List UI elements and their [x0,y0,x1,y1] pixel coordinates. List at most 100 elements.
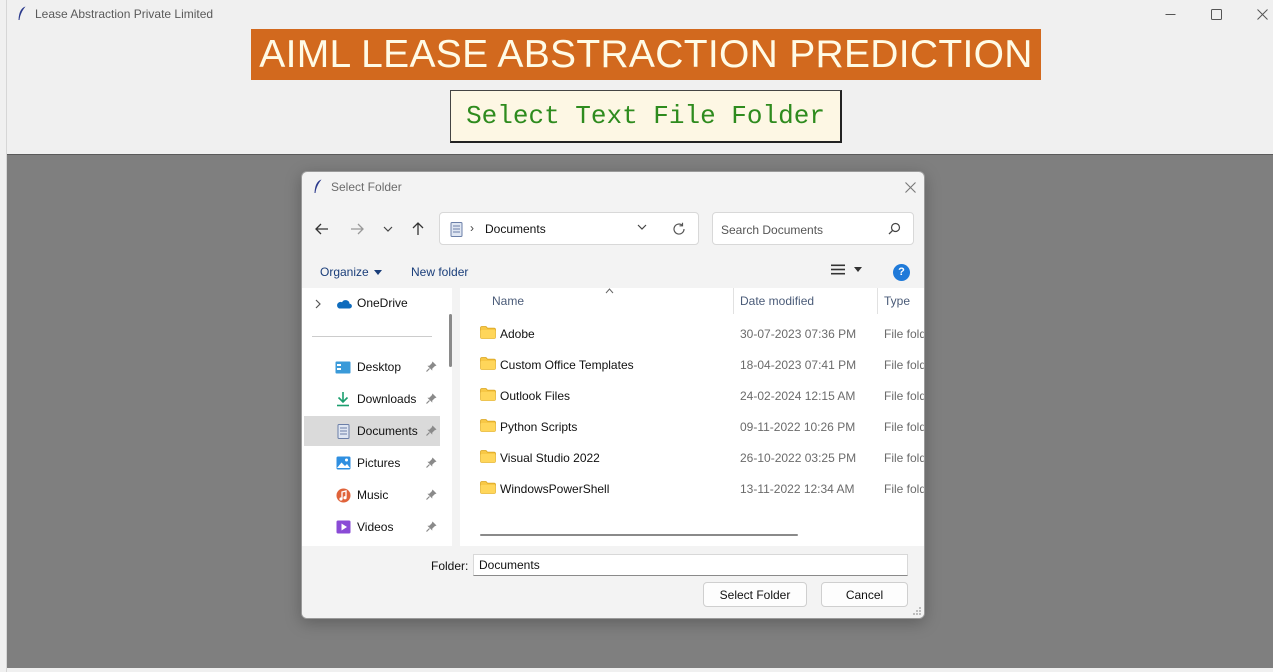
expand-chevron-icon[interactable] [315,299,321,309]
help-button[interactable]: ? [893,264,910,281]
sidebar-item-label: Documents [357,424,418,438]
file-list: Name Date modified Type Adobe 30-07-2023… [460,288,925,546]
caret-down-icon [854,267,862,272]
file-name: Adobe [500,327,535,341]
breadcrumb-separator: › [470,221,474,235]
file-name: Visual Studio 2022 [500,451,600,465]
sidebar-item-label: Videos [357,520,394,534]
file-date: 30-07-2023 07:36 PM [740,327,857,341]
nav-scrollbar[interactable] [449,314,452,367]
file-date: 13-11-2022 12:34 AM [740,482,855,496]
folder-name-input[interactable] [473,554,908,576]
list-view-icon [831,264,845,275]
file-type: File fold [884,420,925,434]
file-row[interactable]: Custom Office Templates 18-04-2023 07:41… [460,349,925,380]
pin-icon [426,521,437,532]
column-header-name[interactable]: Name [492,294,524,308]
forward-button[interactable] [345,218,369,240]
close-icon [904,181,916,193]
column-header-type[interactable]: Type [884,294,910,308]
column-divider[interactable] [877,288,878,314]
onedrive-icon [337,300,352,309]
feather-icon [314,179,322,193]
cancel-button[interactable]: Cancel [821,582,908,607]
folder-label: Folder: [431,559,469,573]
recent-locations-button[interactable] [376,218,400,240]
dialog-close-button[interactable] [900,177,920,197]
arrow-up-icon [412,222,424,235]
file-name: Custom Office Templates [500,358,634,372]
folder-icon [480,419,496,432]
file-row[interactable]: Adobe 30-07-2023 07:36 PM File fold [460,318,925,349]
file-row[interactable]: Python Scripts 09-11-2022 10:26 PM File … [460,411,925,442]
file-date: 18-04-2023 07:41 PM [740,358,857,372]
search-icon [888,222,901,235]
resize-grip-icon[interactable] [912,606,922,616]
column-header-date-modified[interactable]: Date modified [740,294,814,308]
window-title: Lease Abstraction Private Limited [35,7,214,21]
arrow-left-icon [315,223,328,235]
back-button[interactable] [310,218,334,240]
sidebar-item-videos[interactable]: Videos [304,512,440,542]
navigation-pane: OneDrive Desktop Downloads Documents Pic… [302,288,452,546]
minimize-button[interactable] [1147,0,1193,28]
pin-icon [426,489,437,500]
folder-icon [480,326,496,339]
caret-down-icon [373,269,382,275]
organize-menu[interactable]: Organize [320,265,382,279]
folder-icon [480,357,496,370]
sort-arrow-icon[interactable] [605,288,614,294]
chevron-down-icon [383,226,393,232]
downloads-icon [335,391,351,407]
sidebar-item-label: Desktop [357,360,402,374]
pictures-icon [335,455,351,471]
file-type: File fold [884,327,925,341]
folder-icon [480,450,496,463]
search-input[interactable]: Search Documents [712,212,914,245]
select-folder-button[interactable]: Select Folder [703,582,807,607]
file-name: WindowsPowerShell [500,482,610,496]
file-date: 24-02-2024 12:15 AM [740,389,856,403]
pin-icon [426,457,437,468]
file-row[interactable]: WindowsPowerShell 13-11-2022 12:34 AM Fi… [460,473,924,504]
close-button[interactable] [1239,0,1273,28]
file-type: File fold [884,451,925,465]
sidebar-item-onedrive[interactable]: OneDrive [302,293,442,315]
documents-icon [335,423,351,439]
videos-icon [335,519,351,535]
horizontal-scrollbar[interactable] [480,534,798,536]
new-folder-button[interactable]: New folder [411,265,468,279]
select-text-file-folder-button[interactable]: Select Text File Folder [450,90,842,143]
close-icon [1256,8,1268,20]
sidebar-item-label: Music [357,488,389,502]
maximize-button[interactable] [1193,0,1239,28]
file-type: File fold [884,358,925,372]
sidebar-item-label: Pictures [357,456,401,470]
file-type: File fold [884,389,925,403]
column-divider[interactable] [733,288,734,314]
sidebar-item-pictures[interactable]: Pictures [304,448,440,478]
file-row[interactable]: Outlook Files 24-02-2024 12:15 AM File f… [460,380,925,411]
address-bar[interactable]: › Documents [439,212,699,245]
dialog-title-bar: Select Folder [302,172,924,202]
view-options-button[interactable] [831,264,862,275]
feather-icon [18,6,26,20]
title-bar: Lease Abstraction Private Limited [7,0,1273,28]
dialog-title: Select Folder [331,180,402,194]
pin-icon [426,393,437,404]
help-icon: ? [898,266,905,278]
file-date: 09-11-2022 10:26 PM [740,420,856,434]
breadcrumb-location[interactable]: Documents [485,222,546,236]
nav-divider [312,336,432,337]
refresh-icon[interactable] [672,222,686,236]
sidebar-item-documents[interactable]: Documents [304,416,440,446]
file-row[interactable]: Visual Studio 2022 26-10-2022 03:25 PM F… [460,442,925,473]
up-button[interactable] [406,218,430,240]
sidebar-item-downloads[interactable]: Downloads [304,384,440,414]
sidebar-item-desktop[interactable]: Desktop [304,352,440,382]
pin-icon [426,425,437,436]
sidebar-item-music[interactable]: Music [304,480,440,510]
chevron-down-icon[interactable] [637,224,647,230]
sidebar-item-label: OneDrive [357,296,408,310]
file-name: Python Scripts [500,420,578,434]
